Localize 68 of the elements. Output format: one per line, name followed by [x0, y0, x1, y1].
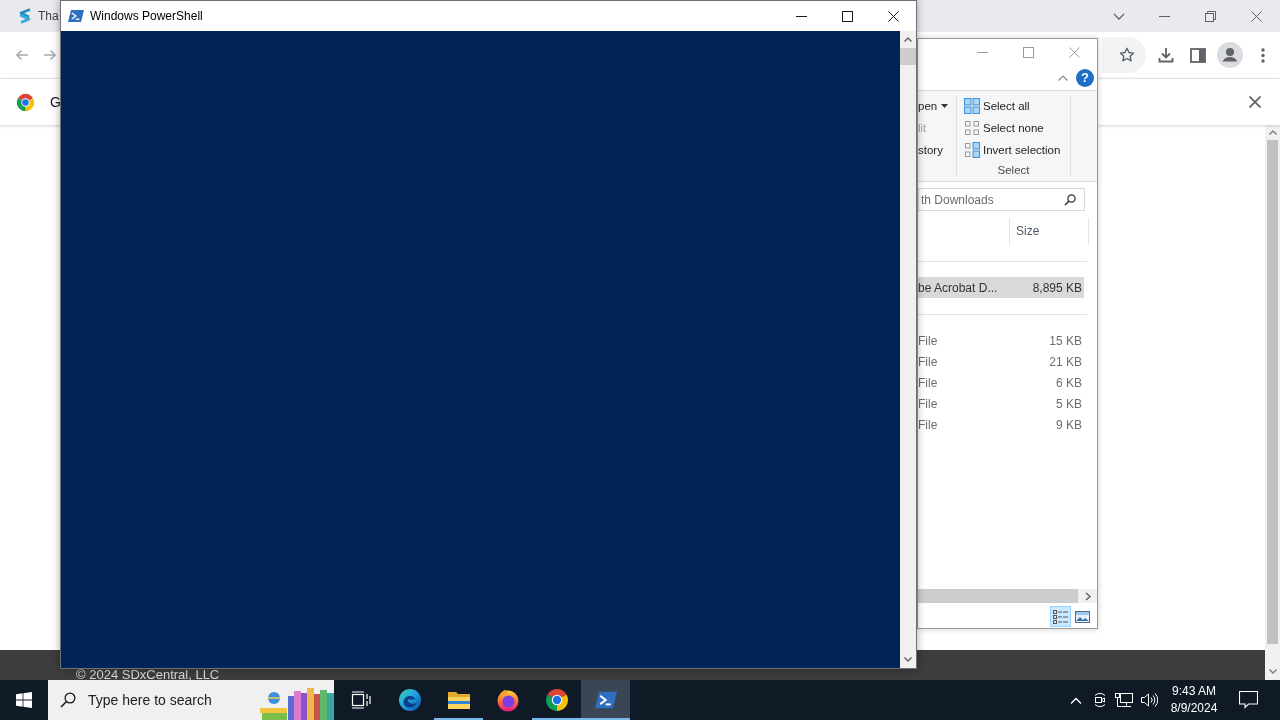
search-field[interactable]: Type here to search	[88, 690, 238, 710]
view-button[interactable]	[1050, 606, 1071, 627]
taskbar-search[interactable]: Type here to search	[48, 680, 334, 720]
column-header[interactable]: Size	[1009, 218, 1089, 245]
file-row[interactable]: File 15 KB	[918, 330, 1084, 351]
clock-date[interactable]: 8/9/2024	[1170, 700, 1218, 717]
copyright-text: © 2024 SDxCentral, LLC	[76, 669, 220, 680]
search-field[interactable]: th Downloads	[919, 189, 1064, 210]
task-view-icon[interactable]	[350, 691, 371, 709]
address-bar[interactable]	[1102, 37, 1146, 73]
restore-icon[interactable]	[1204, 10, 1216, 22]
scrollbar-thumb[interactable]	[1267, 140, 1278, 644]
browser-tab[interactable]: Tha	[8, 0, 59, 32]
minimize-icon[interactable]	[795, 15, 807, 17]
scrollbar-thumb[interactable]	[900, 48, 916, 65]
firefox-icon	[495, 688, 520, 712]
help-button[interactable]: ?	[1076, 68, 1094, 87]
search-icon	[60, 692, 76, 708]
edge-icon	[397, 688, 422, 712]
infobar-text: G	[50, 94, 61, 110]
image-icon	[1075, 610, 1090, 623]
file-row[interactable]: be Acrobat D... 8,895 KB	[918, 277, 1084, 298]
file-row[interactable]: File 21 KB	[918, 351, 1084, 372]
list-view-icon	[1053, 609, 1068, 624]
search-icon	[1064, 193, 1076, 206]
star-icon[interactable]	[1119, 47, 1135, 63]
chevron-down-icon	[1268, 669, 1277, 674]
chrome-logo-icon	[544, 688, 569, 712]
ribbon-button[interactable]: Select all	[964, 95, 1070, 117]
volume-icon[interactable]	[1140, 692, 1158, 708]
ribbon-button[interactable]: pen	[918, 95, 956, 117]
ribbon-button[interactable]: Invert selection	[964, 139, 1070, 161]
file-row[interactable]: File 5 KB	[918, 393, 1084, 414]
group-label: Select	[997, 164, 1030, 178]
menu-icon[interactable]	[1261, 47, 1265, 63]
avatar-icon[interactable]	[1217, 42, 1243, 68]
network-icon[interactable]	[1115, 692, 1133, 708]
vertical-scrollbar[interactable]	[1265, 125, 1280, 680]
side-panel-icon[interactable]	[1190, 47, 1206, 63]
notification-icon[interactable]	[1238, 691, 1258, 709]
download-icon[interactable]	[1158, 47, 1174, 63]
powershell-icon	[593, 689, 618, 711]
close-icon[interactable]	[887, 10, 899, 22]
chevron-right-icon[interactable]	[1084, 591, 1091, 601]
ribbon-button[interactable]: Select none	[964, 117, 1070, 139]
chevron-up-icon	[1268, 130, 1277, 135]
chrome-logo-icon	[16, 92, 35, 112]
select-all-icon	[964, 98, 980, 114]
chevron-down-icon[interactable]	[904, 657, 912, 662]
books-icon	[258, 686, 334, 720]
video-camera-icon[interactable]	[1092, 692, 1108, 708]
dropdown-caret-icon	[941, 104, 949, 108]
select-none-icon	[964, 120, 980, 136]
ribbon-button[interactable]: story	[918, 139, 956, 161]
powershell-icon	[68, 8, 84, 24]
folder-icon	[446, 690, 471, 710]
chevron-down-icon[interactable]	[1113, 12, 1125, 20]
window-title: Windows PowerShell	[90, 9, 203, 23]
close-icon[interactable]	[1249, 96, 1261, 108]
tab-favicon-icon	[18, 8, 32, 24]
invert-selection-icon	[964, 142, 980, 158]
vertical-scrollbar[interactable]	[900, 31, 916, 668]
file-row[interactable]: File 9 KB	[918, 414, 1084, 435]
search-bar[interactable]: th Downloads	[918, 188, 1085, 211]
clock-time[interactable]: 9:43 AM	[1172, 683, 1216, 700]
windows-logo-icon[interactable]	[16, 692, 32, 708]
maximize-icon[interactable]	[841, 10, 853, 22]
file-row[interactable]: File 6 KB	[918, 372, 1084, 393]
